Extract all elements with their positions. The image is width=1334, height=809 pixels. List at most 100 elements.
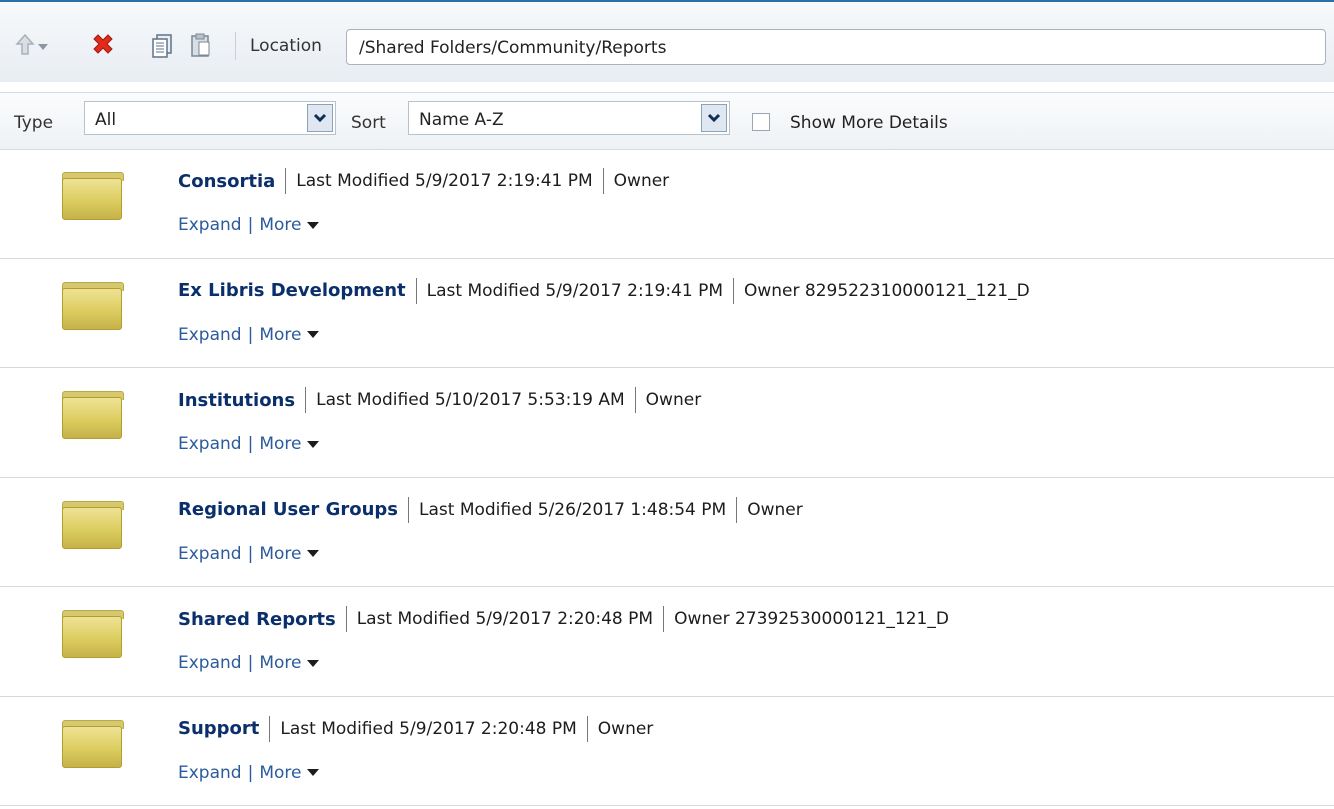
separator [733,277,734,304]
up-icon[interactable] [12,32,38,58]
chevron-down-icon [707,113,721,123]
separator: | [247,215,254,235]
folder-icon[interactable] [62,391,124,439]
folder-body [62,178,122,220]
show-more-details-checkbox[interactable] [752,113,770,131]
folder-body [62,725,122,768]
more-link[interactable]: More [259,544,301,564]
separator [345,606,347,632]
item-header: Consortia Last Modified 5/9/2017 2:19:41… [178,168,669,194]
list-item: Consortia Last Modified 5/9/2017 2:19:41… [0,149,1334,259]
separator [586,715,588,742]
more-link[interactable]: More [259,653,301,673]
caret-down-icon[interactable] [307,440,320,448]
separator: | [247,543,254,564]
separator [634,387,636,413]
folder-icon[interactable] [62,719,124,768]
last-modified-text: Last Modified 5/9/2017 2:19:41 PM [426,280,723,301]
folder-name-link[interactable]: Ex Libris Development [178,280,406,301]
expand-link[interactable]: Expand [178,544,242,564]
folder-body [62,506,122,549]
more-link[interactable]: More [259,434,301,454]
folder-name-link[interactable]: Institutions [178,390,295,411]
location-field[interactable]: /Shared Folders/Community/Reports [346,29,1326,65]
item-header: Regional User Groups Last Modified 5/26/… [178,496,803,523]
folder-list: Consortia Last Modified 5/9/2017 2:19:41… [0,149,1334,806]
last-modified-text: Last Modified 5/10/2017 5:53:19 AM [316,390,625,410]
expand-link[interactable]: Expand [178,215,242,235]
folder-icon[interactable] [62,281,124,330]
separator [305,387,307,413]
more-link[interactable]: More [259,215,301,235]
last-modified-text: Last Modified 5/9/2017 2:19:41 PM [296,171,593,191]
separator: | [247,762,254,783]
filter-bar: Type All Sort Name A-Z Show More Details [0,92,1334,150]
item-actions: Expand | More [178,215,320,235]
toolbar-divider [235,32,236,60]
type-select-value: All [95,110,117,130]
caret-down-icon[interactable] [307,331,320,338]
item-header: Institutions Last Modified 5/10/2017 5:5… [178,387,701,413]
last-modified-text: Last Modified 5/9/2017 2:20:48 PM [280,718,577,739]
separator: | [247,324,254,345]
copy-icon[interactable] [150,32,176,58]
expand-link[interactable]: Expand [178,763,242,783]
caret-down-icon[interactable] [307,221,320,229]
folder-icon[interactable] [62,500,124,549]
toolbar: Location /Shared Folders/Community/Repor… [0,2,1334,82]
folder-name-link[interactable]: Support [178,718,259,739]
folder-body [62,397,122,439]
expand-link[interactable]: Expand [178,325,242,345]
caret-down-icon[interactable] [307,769,320,776]
item-header: Shared Reports Last Modified 5/9/2017 2:… [178,606,949,632]
last-modified-text: Last Modified 5/9/2017 2:20:48 PM [356,609,654,629]
item-actions: Expand | More [178,434,320,454]
more-link[interactable]: More [259,763,301,783]
chevron-down-icon [313,113,327,123]
folder-icon[interactable] [62,172,124,220]
folder-body [62,616,122,658]
list-item: Ex Libris Development Last Modified 5/9/… [0,259,1334,368]
list-item: Institutions Last Modified 5/10/2017 5:5… [0,368,1334,478]
owner-text: Owner [645,390,702,410]
type-select[interactable]: All [84,101,336,135]
expand-link[interactable]: Expand [178,434,242,454]
sort-select-value: Name A-Z [419,110,504,130]
sort-select[interactable]: Name A-Z [408,101,730,135]
folder-icon[interactable] [62,610,124,658]
separator: | [247,434,254,454]
caret-down-icon[interactable] [307,659,320,667]
type-dropdown-button[interactable] [307,104,333,132]
expand-link[interactable]: Expand [178,653,242,673]
folder-name-link[interactable]: Regional User Groups [178,499,398,520]
item-actions: Expand | More [178,653,320,673]
sort-dropdown-button[interactable] [701,104,727,132]
item-actions: Expand | More [178,324,320,345]
list-item: Support Last Modified 5/9/2017 2:20:48 P… [0,697,1334,806]
up-dropdown-icon[interactable] [38,44,48,50]
separator [602,168,604,194]
item-header: Support Last Modified 5/9/2017 2:20:48 P… [178,715,654,742]
separator [285,168,287,194]
folder-name-link[interactable]: Consortia [178,171,275,192]
item-actions: Expand | More [178,543,320,564]
more-link[interactable]: More [259,325,301,345]
owner-text: Owner [613,171,670,191]
owner-text: Owner [597,718,654,739]
separator [415,277,417,304]
list-item: Regional User Groups Last Modified 5/26/… [0,478,1334,587]
item-header: Ex Libris Development Last Modified 5/9/… [178,277,1030,304]
caret-down-icon[interactable] [307,550,320,557]
separator [736,496,738,523]
owner-text: Owner 27392530000121_121_D [674,609,949,629]
sort-label: Sort [351,113,386,133]
item-actions: Expand | More [178,762,320,783]
folder-name-link[interactable]: Shared Reports [178,609,336,630]
owner-text: Owner [747,499,803,520]
separator [408,496,409,523]
last-modified-text: Last Modified 5/26/2017 1:48:54 PM [419,499,727,520]
paste-icon[interactable] [188,32,214,58]
owner-text: Owner 829522310000121_121_D [744,280,1030,301]
separator [663,606,665,632]
delete-icon[interactable] [90,32,116,58]
